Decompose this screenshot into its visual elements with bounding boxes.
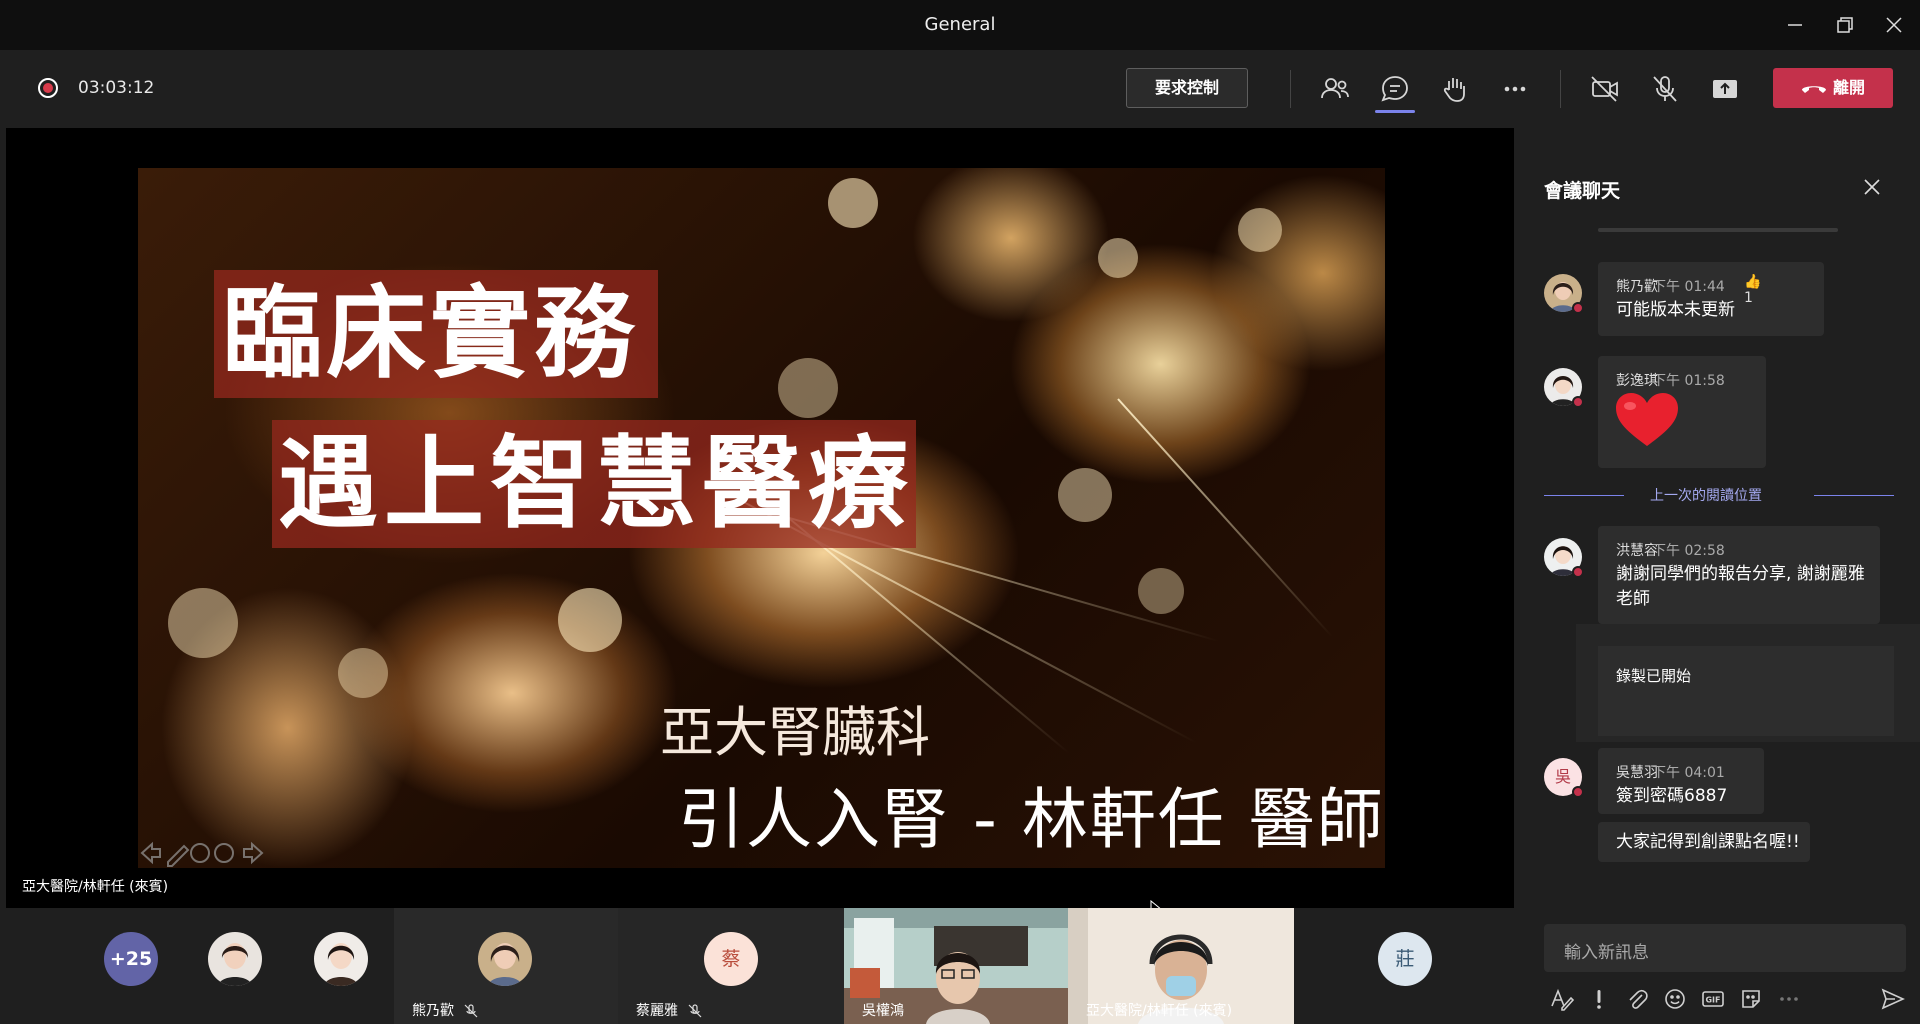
presenter-name-label: 亞大醫院/林軒任 (來賓) <box>22 879 169 895</box>
message-text: 謝謝同學們的報告分享, 謝謝麗雅老師 <box>1616 564 1865 609</box>
participant-strip: +25 熊乃歡 蔡 蔡麗雅 吳權鴻 亞大醫院/林軒任 (來賓) 莊 <box>0 908 1514 1024</box>
recording-indicator-icon <box>38 78 58 98</box>
message-time: 下午 04:01 <box>1652 765 1725 781</box>
bokeh-light <box>338 648 388 698</box>
presence-status-icon <box>1572 302 1584 314</box>
emoji-icon[interactable] <box>1662 986 1688 1012</box>
participant-avatar[interactable] <box>314 932 368 986</box>
presence-status-icon <box>1572 396 1584 408</box>
important-icon[interactable] <box>1586 986 1612 1012</box>
participant-initial-avatar[interactable]: 莊 <box>1378 932 1432 986</box>
bokeh-light <box>1238 208 1282 252</box>
message-time: 下午 01:44 <box>1652 279 1725 295</box>
participant-name-text: 蔡麗雅 <box>636 1003 678 1019</box>
recording-started-card[interactable]: 錄製已開始 <box>1598 646 1894 736</box>
hang-up-icon <box>1801 85 1826 93</box>
bokeh-light <box>778 358 838 418</box>
last-read-divider-left <box>1544 495 1624 496</box>
minimize-icon[interactable] <box>1780 10 1810 40</box>
presence-status-icon <box>1572 786 1584 798</box>
mic-off-icon <box>688 1004 702 1018</box>
bokeh-light <box>828 178 878 228</box>
participant-initial-avatar: 蔡 <box>704 932 758 986</box>
title-bar: General <box>0 0 1920 50</box>
message-text: 簽到密碼6887 <box>1616 786 1728 806</box>
meeting-timer: 03:03:12 <box>78 78 155 98</box>
window-title: General <box>924 14 996 35</box>
message-time: 下午 01:58 <box>1652 373 1725 389</box>
sticker-icon[interactable] <box>1738 986 1764 1012</box>
toolbar-divider <box>1560 70 1561 108</box>
slide-subtitle-department: 亞大腎臟科 <box>660 701 930 764</box>
participant-name: 吳權鴻 <box>862 1003 904 1019</box>
meeting-toolbar: 03:03:12 要求控制 離開 <box>0 50 1920 128</box>
slide-subtitle-speaker: 引人入腎 - 林軒任 醫師 <box>678 781 1385 858</box>
share-screen-icon[interactable] <box>1708 72 1742 106</box>
participant-avatar[interactable] <box>208 932 262 986</box>
thumbs-up-icon: 👍 <box>1744 274 1762 290</box>
toolbar-divider <box>1290 70 1291 108</box>
compose-message-input[interactable]: 輸入新訊息 <box>1544 924 1906 972</box>
previous-message-edge <box>1598 228 1838 232</box>
svg-text:GIF: GIF <box>1705 996 1720 1005</box>
message-text: 大家記得到創課點名喔!! <box>1616 832 1800 852</box>
participants-icon[interactable] <box>1318 72 1352 106</box>
system-message-text: 錄製已開始 <box>1616 667 1692 685</box>
chat-icon[interactable] <box>1378 72 1412 106</box>
close-window-icon[interactable] <box>1879 10 1909 40</box>
send-icon[interactable] <box>1880 986 1906 1012</box>
slide-title-line-2: 遇上智慧醫療 <box>278 425 914 542</box>
message-text: 可能版本未更新 <box>1616 300 1735 320</box>
leave-label: 離開 <box>1832 78 1865 97</box>
shared-content-stage: 臨床實務 遇上智慧醫療 亞大腎臟科 引人入腎 - 林軒任 醫師 亞大醫院/林軒任… <box>6 128 1514 908</box>
attach-icon[interactable] <box>1624 986 1650 1012</box>
close-chat-icon[interactable] <box>1859 174 1885 200</box>
mic-off-icon <box>464 1004 478 1018</box>
last-read-label: 上一次的閱讀位置 <box>1650 488 1762 504</box>
last-read-divider-right <box>1814 495 1894 496</box>
restore-icon[interactable] <box>1830 10 1860 40</box>
gif-icon[interactable]: GIF <box>1700 986 1726 1012</box>
presence-status-icon <box>1572 566 1584 578</box>
format-icon[interactable] <box>1548 986 1575 1012</box>
bokeh-light <box>168 588 238 658</box>
mic-off-icon[interactable] <box>1648 72 1682 106</box>
teams-meeting-window: General 03:03:12 要求控制 離開 臨床實務 遇上智慧醫療 亞大腎… <box>0 0 1920 1024</box>
heart-emoji-icon <box>1616 393 1678 446</box>
leave-button[interactable]: 離開 <box>1773 68 1893 108</box>
participant-name: 蔡麗雅 <box>636 1000 702 1020</box>
slide-controls[interactable] <box>138 838 266 868</box>
compose-toolbar: GIF <box>1544 984 1906 1014</box>
raise-hand-icon[interactable] <box>1438 72 1472 106</box>
participant-tile[interactable]: 蔡 蔡麗雅 <box>618 908 844 1024</box>
message-time: 下午 02:58 <box>1652 543 1725 559</box>
meeting-chat-panel: 會議聊天 熊乃歡 下午 01:44 👍 1 可能版本未更新 彭逸琪 下午 01: <box>1514 128 1920 1024</box>
presentation-slide: 臨床實務 遇上智慧醫療 亞大腎臟科 引人入腎 - 林軒任 醫師 <box>138 168 1385 868</box>
participant-name: 亞大醫院/林軒任 (來賓) <box>1086 1003 1233 1019</box>
more-options-icon[interactable] <box>1498 72 1532 106</box>
more-compose-options-icon[interactable] <box>1776 986 1802 1012</box>
chat-active-indicator <box>1375 110 1415 113</box>
participant-tile[interactable]: 熊乃歡 <box>394 908 618 1024</box>
participant-video-tile[interactable]: 吳權鴻 <box>844 908 1068 1024</box>
participant-name-text: 熊乃歡 <box>412 1003 454 1019</box>
chat-panel-title: 會議聊天 <box>1544 180 1621 202</box>
bokeh-light <box>558 588 622 652</box>
participant-video-tile[interactable]: 亞大醫院/林軒任 (來賓) <box>1068 908 1294 1024</box>
participant-avatar <box>478 932 532 986</box>
bokeh-light <box>1098 238 1138 278</box>
camera-off-icon[interactable] <box>1588 72 1622 106</box>
more-participants-badge[interactable]: +25 <box>104 932 158 986</box>
request-control-button[interactable]: 要求控制 <box>1126 68 1248 108</box>
bokeh-light <box>1138 568 1184 614</box>
slide-title-line-1: 臨床實務 <box>222 275 638 392</box>
bokeh-light <box>1058 468 1112 522</box>
participant-name: 熊乃歡 <box>412 1000 478 1020</box>
